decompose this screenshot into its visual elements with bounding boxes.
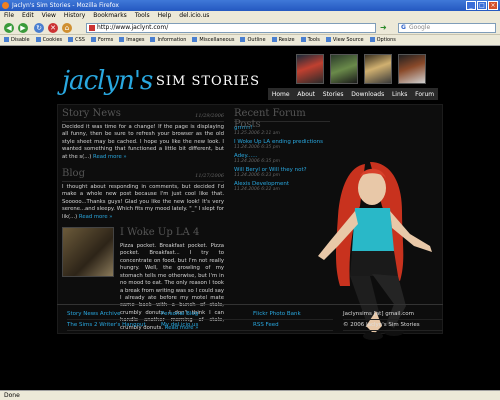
google-icon: G: [401, 24, 406, 31]
search-placeholder: Google: [409, 24, 431, 31]
outline-icon: [240, 37, 246, 42]
logo-script-text: jaclyn's: [62, 66, 153, 96]
disable-icon: [4, 37, 9, 42]
forum-post-date: 11.24.2006 6:35 pm: [234, 145, 280, 150]
story-entry-title[interactable]: I Woke Up LA 4: [120, 227, 199, 238]
page-viewport: jaclyn's SIM STORIES Home About Stories …: [0, 46, 500, 390]
forum-post-date: 11.25.2006 2:11 am: [234, 131, 280, 136]
site-favicon: [89, 25, 95, 31]
css-icon: [68, 37, 74, 42]
close-button[interactable]: ×: [488, 1, 498, 10]
nav-stories[interactable]: Stories: [323, 91, 344, 98]
story-news-heading: Story News 11/29/2006: [62, 108, 224, 122]
reload-icon[interactable]: ↻: [34, 23, 44, 33]
go-icon[interactable]: ➜: [380, 23, 388, 33]
menu-history[interactable]: History: [64, 11, 85, 21]
story-entry: I Woke Up LA 4: [62, 227, 224, 278]
information-icon: [150, 37, 156, 42]
footer-copyright: © 2006 Jaclyn's Sim Stories: [343, 320, 443, 331]
header-thumbnails: [296, 54, 426, 84]
nav-home[interactable]: Home: [272, 91, 290, 98]
status-text: Done: [4, 392, 20, 399]
forms-icon: [90, 37, 96, 42]
navigation-toolbar: ◀ ▶ ↻ ✕ ⌂ http://www.jaclynt.com/ ➜ G Go…: [0, 21, 500, 35]
menu-file[interactable]: File: [4, 11, 14, 21]
footer-link-personal-blog[interactable]: Personal Blog: [161, 309, 261, 320]
miscellaneous-icon: [192, 37, 198, 42]
story-news-text: Decided it was time for a change! If the…: [62, 124, 224, 160]
footer: Story News Archive The Sims 2 Writer's H…: [57, 304, 443, 340]
story-news-date: 11/29/2006: [195, 113, 224, 119]
bookmark-view-source[interactable]: View Source: [325, 35, 364, 45]
resize-icon: [271, 37, 277, 42]
tools-icon: [300, 37, 306, 42]
back-icon[interactable]: ◀: [4, 23, 14, 33]
footer-column: Personal Blog My del.icio.us: [161, 309, 261, 331]
bookmarks-toolbar: Disable Cookies CSS Forms Images Informa…: [0, 35, 500, 46]
thumbnail-image: [296, 54, 324, 84]
options-icon: [369, 37, 375, 42]
footer-column: Jaclynsims [at] gmail.com © 2006 Jaclyn'…: [343, 309, 443, 331]
footer-link-flickr[interactable]: Flickr Photo Bank: [253, 309, 333, 320]
home-icon[interactable]: ⌂: [62, 23, 72, 33]
bookmark-disable[interactable]: Disable: [4, 35, 30, 45]
footer-email: Jaclynsims [at] gmail.com: [343, 309, 443, 320]
blog-read-more[interactable]: Read more »: [79, 214, 113, 220]
footer-link-delicious[interactable]: My del.icio.us: [161, 320, 261, 331]
footer-link-story-news-archive[interactable]: Story News Archive: [67, 309, 167, 320]
nav-about[interactable]: About: [297, 91, 315, 98]
menu-bookmarks[interactable]: Bookmarks: [93, 11, 127, 21]
window-title: Jaclyn's Sim Stories - Mozilla Firefox: [12, 2, 119, 9]
bookmark-forms[interactable]: Forms: [90, 35, 113, 45]
maximize-button[interactable]: □: [477, 1, 487, 10]
images-icon: [119, 37, 125, 42]
address-bar[interactable]: http://www.jaclynt.com/: [86, 23, 376, 33]
menu-help[interactable]: Help: [158, 11, 172, 21]
nav-downloads[interactable]: Downloads: [351, 91, 384, 98]
bookmark-cookies[interactable]: Cookies: [35, 35, 62, 45]
footer-link-writers-hangout[interactable]: The Sims 2 Writer's Hangout: [67, 320, 167, 331]
footer-column: Story News Archive The Sims 2 Writer's H…: [67, 309, 167, 331]
footer-column: Flickr Photo Bank RSS Feed: [253, 309, 333, 331]
thumbnail-image: [364, 54, 392, 84]
logo-title-text: SIM STORIES: [156, 74, 261, 89]
blog-date: 11/27/2006: [195, 173, 224, 180]
forum-heading: Recent Forum Posts: [234, 108, 330, 130]
minimize-button[interactable]: _: [466, 1, 476, 10]
bookmark-miscellaneous[interactable]: Miscellaneous: [192, 35, 234, 45]
search-input[interactable]: G Google: [398, 23, 496, 33]
bookmark-css[interactable]: CSS: [68, 35, 85, 45]
story-entry-image[interactable]: [62, 227, 114, 278]
bookmark-information[interactable]: Information: [150, 35, 186, 45]
address-url: http://www.jaclynt.com/: [97, 24, 169, 31]
footer-link-rss-feed[interactable]: RSS Feed: [253, 320, 333, 331]
story-news-read-more[interactable]: Read more »: [93, 154, 127, 160]
menu-edit[interactable]: Edit: [22, 11, 34, 21]
blog-text: I thought about responding in comments, …: [62, 184, 224, 220]
menu-delicious[interactable]: del.icio.us: [179, 11, 209, 21]
thumbnail-image: [398, 54, 426, 84]
bookmark-tools[interactable]: Tools: [300, 35, 320, 45]
forward-icon[interactable]: ▶: [18, 23, 28, 33]
forum-post: I Woke Up LA ending predictions 11.24.20…: [234, 139, 330, 150]
menu-tools[interactable]: Tools: [135, 11, 150, 21]
menu-bar: File Edit View History Bookmarks Tools H…: [0, 11, 500, 21]
nav-links[interactable]: Links: [392, 91, 407, 98]
blog-heading: Blog 11/27/2006: [62, 168, 224, 183]
site-navigation: Home About Stories Downloads Links Forum: [268, 88, 438, 100]
menu-view[interactable]: View: [42, 11, 56, 21]
status-bar: Done: [0, 390, 500, 400]
bookmark-options[interactable]: Options: [369, 35, 396, 45]
news-column: Story News 11/29/2006 Decided it was tim…: [62, 108, 224, 332]
thumbnail-image: [330, 54, 358, 84]
view-source-icon: [325, 37, 331, 42]
bookmark-resize[interactable]: Resize: [271, 35, 295, 45]
cookies-icon: [35, 37, 41, 42]
bookmark-images[interactable]: Images: [119, 35, 144, 45]
bookmark-outline[interactable]: Outline: [240, 35, 266, 45]
window-titlebar: Jaclyn's Sim Stories - Mozilla Firefox _…: [0, 0, 500, 11]
stop-icon[interactable]: ✕: [48, 23, 58, 33]
firefox-icon: [2, 2, 9, 9]
nav-forum[interactable]: Forum: [415, 91, 434, 98]
